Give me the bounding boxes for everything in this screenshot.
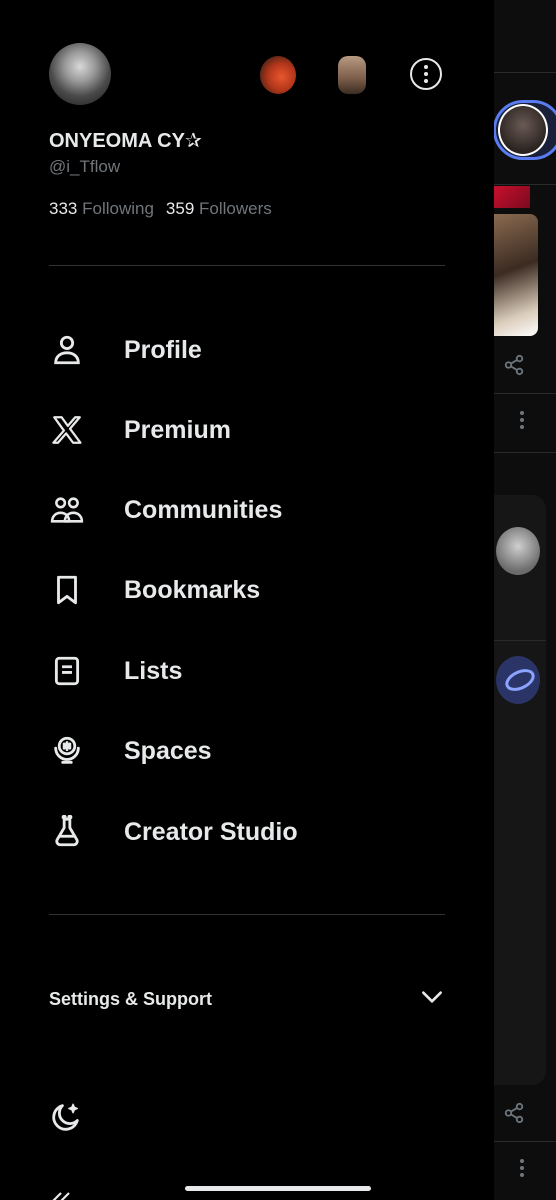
settings-support-toggle[interactable]: Settings & Support — [49, 983, 445, 1015]
peek-avatar — [496, 656, 540, 704]
menu-label: Premium — [124, 415, 231, 444]
communities-icon — [49, 492, 85, 528]
peek-card — [494, 495, 546, 1085]
followers-link[interactable]: 359 Followers — [166, 199, 272, 218]
profile-handle: @i_Tflow — [49, 157, 121, 176]
bookmark-icon — [49, 572, 85, 608]
menu-label: Lists — [124, 656, 183, 685]
flask-icon — [49, 814, 85, 850]
followers-label: Followers — [199, 199, 272, 218]
more-accounts-button[interactable] — [410, 58, 442, 90]
menu-item-creator-studio[interactable]: Creator Studio — [49, 807, 449, 857]
peek-avatar — [496, 527, 540, 575]
dot-icon — [424, 79, 428, 83]
moon-icon[interactable] — [49, 1100, 85, 1136]
peek-divider — [494, 1141, 556, 1142]
settings-support-label: Settings & Support — [49, 988, 212, 1009]
menu-label: Spaces — [124, 736, 212, 765]
x-logo-icon — [49, 412, 85, 448]
menu-label: Communities — [124, 495, 283, 524]
following-label: Following — [82, 199, 154, 218]
peek-space-avatar — [498, 104, 548, 156]
menu-label: Profile — [124, 335, 202, 364]
profile-name: ONYEOMA CY✰ — [49, 130, 202, 152]
share-icon[interactable] — [503, 1102, 525, 1130]
dot-icon — [424, 72, 428, 76]
chevron-down-icon — [419, 984, 445, 1015]
following-link[interactable]: 333 Following — [49, 199, 154, 218]
followers-count: 359 — [165, 199, 195, 218]
menu-item-lists[interactable]: Lists — [49, 646, 449, 696]
navigation-drawer: ONYEOMA CY✰ @i_Tflow 333 Following 359 Fo… — [0, 0, 494, 1200]
switch-account-avatar[interactable] — [260, 56, 296, 94]
peek-divider — [494, 640, 546, 641]
divider — [49, 265, 445, 266]
peek-divider — [494, 184, 556, 185]
more-vertical-icon[interactable] — [519, 1158, 525, 1184]
home-indicator[interactable] — [185, 1186, 371, 1191]
follow-stats: 333 Following 359 Followers — [49, 199, 272, 219]
peek-post-image[interactable] — [494, 214, 538, 336]
peek-divider — [494, 452, 556, 453]
following-count: 333 — [49, 199, 78, 218]
qr-code-icon[interactable] — [49, 1188, 79, 1200]
avatar[interactable] — [49, 43, 111, 105]
menu-item-spaces[interactable]: Spaces — [49, 726, 449, 776]
menu-label: Bookmarks — [124, 575, 261, 604]
menu-label: Creator Studio — [124, 817, 298, 846]
peek-media-thumb — [494, 186, 530, 208]
menu-item-premium[interactable]: Premium — [49, 405, 449, 455]
menu-item-communities[interactable]: Communities — [49, 485, 449, 535]
more-vertical-icon[interactable] — [519, 410, 525, 430]
peek-divider — [494, 72, 556, 73]
dot-icon — [424, 65, 428, 69]
menu-item-bookmarks[interactable]: Bookmarks — [49, 565, 449, 615]
lists-icon — [49, 653, 85, 689]
menu-item-profile[interactable]: Profile — [49, 325, 449, 375]
spaces-icon — [49, 733, 85, 769]
switch-account-avatar[interactable] — [338, 56, 366, 94]
share-icon[interactable] — [503, 354, 525, 382]
person-icon — [49, 332, 85, 368]
divider — [49, 914, 445, 915]
peek-divider — [494, 393, 556, 394]
